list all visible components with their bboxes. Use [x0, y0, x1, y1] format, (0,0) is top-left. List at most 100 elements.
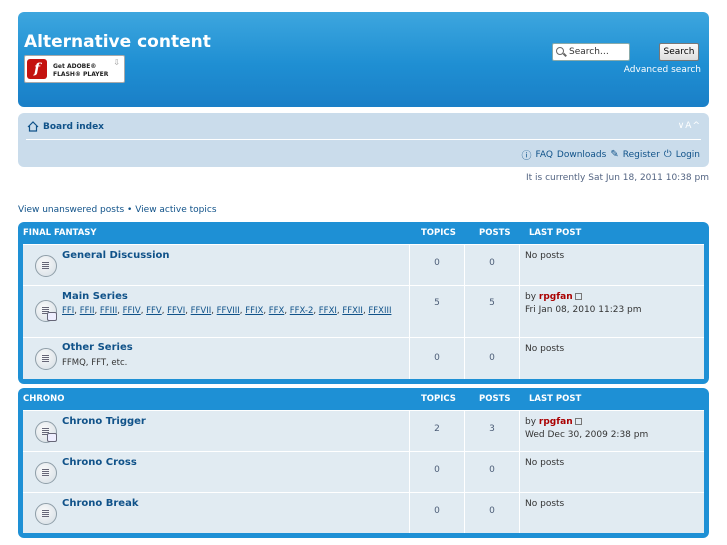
- forum-row-main-series: Main Series FFI, FFII, FFIII, FFIV, FFV,…: [23, 285, 704, 337]
- forum-row-general-discussion: General Discussion 0 0 No posts: [23, 244, 704, 285]
- forum-topics-count: 2: [434, 424, 440, 434]
- get-flash-player-badge[interactable]: f Get ADOBE® FLASH® PLAYER ⇩: [24, 55, 125, 83]
- forum-topics-cell: 0: [410, 493, 465, 533]
- downloads-link[interactable]: Downloads: [557, 150, 606, 160]
- forum-topics-count: 0: [434, 465, 440, 475]
- forum-posts-cell: 3: [465, 411, 520, 451]
- last-post-date: Fri Jan 08, 2010 11:23 pm: [525, 305, 642, 315]
- flash-badge-line2: FLASH® PLAYER: [53, 71, 109, 78]
- subforum-link[interactable]: FFX-2: [290, 306, 314, 316]
- forum-posts-count: 0: [489, 353, 495, 363]
- forum-topics-cell: 5: [410, 286, 465, 337]
- search-button[interactable]: Search: [659, 43, 699, 61]
- forum-topics-cell: 0: [410, 245, 465, 285]
- subforum-link[interactable]: FFVII: [191, 306, 212, 316]
- font-resize-control[interactable]: ∨A^: [678, 121, 701, 131]
- subforum-link[interactable]: FFVI: [167, 306, 185, 316]
- subforum-link[interactable]: FFIV: [123, 306, 141, 316]
- category-name[interactable]: CHRONO: [23, 394, 421, 404]
- subforum-link[interactable]: FFII: [80, 306, 95, 316]
- forum-row-chrono-trigger: Chrono Trigger 2 3 by rpgfan Wed Dec 30,…: [23, 410, 704, 451]
- last-post-author[interactable]: rpgfan: [539, 292, 573, 302]
- flash-badge-text: Get ADOBE® FLASH® PLAYER: [53, 63, 108, 79]
- forum-read-icon: [35, 462, 57, 484]
- forum-topics-cell: 0: [410, 452, 465, 492]
- forum-title[interactable]: Chrono Trigger: [62, 416, 146, 427]
- forum-row-chrono-cross: Chrono Cross 0 0 No posts: [23, 451, 704, 492]
- forum-title[interactable]: Main Series: [62, 291, 128, 302]
- subforum-list: FFI, FFII, FFIII, FFIV, FFV, FFVI, FFVII…: [62, 306, 392, 316]
- forum-title[interactable]: Chrono Break: [62, 498, 138, 509]
- subforum-link[interactable]: FFIX: [245, 306, 263, 316]
- register-link[interactable]: Register: [623, 150, 660, 160]
- forum-posts-count: 0: [489, 258, 495, 268]
- col-posts-header: POSTS: [479, 394, 511, 404]
- forum-posts-cell: 0: [465, 493, 520, 533]
- forum-read-icon: [35, 348, 57, 370]
- forum-posts-cell: 0: [465, 245, 520, 285]
- forum-topics-count: 0: [434, 353, 440, 363]
- site-header: Alternative content f Get ADOBE® FLASH® …: [18, 12, 709, 107]
- subforum-link[interactable]: FFXIII: [368, 306, 391, 316]
- subforum-link[interactable]: FFVIII: [217, 306, 240, 316]
- forum-subforum-icon: [35, 421, 57, 443]
- forum-title[interactable]: Other Series: [62, 342, 133, 353]
- search-icon: [556, 47, 564, 55]
- col-topics-header: TOPICS: [421, 394, 456, 404]
- forum-row-other-series: Other Series FFMQ, FFT, etc. 0 0 No post…: [23, 337, 704, 379]
- subforum-link[interactable]: FFX: [269, 306, 285, 316]
- login-link[interactable]: Login: [676, 150, 700, 160]
- forum-topics-count: 5: [434, 298, 440, 308]
- forum-row-chrono-break: Chrono Break 0 0 No posts: [23, 492, 704, 533]
- forum-last-post: by rpgfan Fri Jan 08, 2010 11:23 pm: [520, 286, 704, 337]
- forum-title[interactable]: General Discussion: [62, 250, 170, 261]
- view-latest-post-icon[interactable]: [574, 293, 582, 300]
- last-post-author[interactable]: rpgfan: [539, 417, 573, 427]
- search-input[interactable]: Search…: [552, 43, 630, 61]
- forum-last-post: No posts: [525, 344, 565, 354]
- forum-topics-count: 0: [434, 258, 440, 268]
- board-index-link[interactable]: Board index: [43, 122, 104, 132]
- forum-main-cell: Chrono Trigger: [23, 411, 410, 451]
- forum-title[interactable]: Chrono Cross: [62, 457, 137, 468]
- nav-links: ⓘ FAQ Downloads ✎ Register ⏻ Login: [521, 147, 700, 162]
- register-icon: ✎: [610, 149, 619, 160]
- forum-last-post: by rpgfan Wed Dec 30, 2009 2:38 pm: [520, 411, 704, 451]
- unanswered-posts-link[interactable]: View unanswered posts: [18, 205, 124, 215]
- last-post-date: Wed Dec 30, 2009 2:38 pm: [525, 430, 649, 440]
- forum-posts-count: 0: [489, 465, 495, 475]
- category-header: FINAL FANTASY TOPICS POSTS LAST POST: [23, 222, 704, 244]
- forum-main-cell: Chrono Cross: [23, 452, 410, 492]
- col-last-post-header: LAST POST: [529, 394, 582, 404]
- quick-links-separator: •: [124, 205, 136, 215]
- forum-last-post: No posts: [525, 499, 565, 509]
- forum-description: FFMQ, FFT, etc.: [62, 358, 128, 368]
- forum-main-cell: General Discussion: [23, 245, 410, 285]
- last-post-by: by: [525, 417, 539, 427]
- category-name[interactable]: FINAL FANTASY: [23, 228, 421, 238]
- advanced-search-link[interactable]: Advanced search: [624, 65, 701, 75]
- faq-link[interactable]: FAQ: [535, 150, 552, 160]
- subforum-link[interactable]: FFXI: [319, 306, 337, 316]
- quick-links: View unanswered posts • View active topi…: [18, 205, 217, 215]
- subforum-link[interactable]: FFV: [146, 306, 162, 316]
- home-icon: [27, 121, 39, 132]
- subforum-link[interactable]: FFI: [62, 306, 74, 316]
- forum-posts-count: 5: [489, 298, 495, 308]
- active-topics-link[interactable]: View active topics: [135, 205, 216, 215]
- view-latest-post-icon[interactable]: [574, 418, 582, 425]
- forum-main-cell: Main Series FFI, FFII, FFIII, FFIV, FFV,…: [23, 286, 410, 337]
- col-topics-header: TOPICS: [421, 228, 456, 238]
- flash-badge-line1: Get ADOBE®: [53, 63, 97, 70]
- forum-posts-count: 3: [489, 424, 495, 434]
- forum-read-icon: [35, 503, 57, 525]
- faq-icon: ⓘ: [521, 151, 532, 162]
- category-chrono: CHRONO TOPICS POSTS LAST POST Chrono Tri…: [18, 388, 709, 538]
- site-title: Alternative content: [24, 32, 211, 52]
- current-time: It is currently Sat Jun 18, 2011 10:38 p…: [525, 173, 709, 183]
- forum-read-icon: [35, 255, 57, 277]
- subforum-link[interactable]: FFXII: [342, 306, 363, 316]
- subforum-link[interactable]: FFIII: [100, 306, 117, 316]
- forum-main-cell: Chrono Break: [23, 493, 410, 533]
- navbar: Board index ∨A^ ⓘ FAQ Downloads ✎ Regist…: [18, 113, 709, 167]
